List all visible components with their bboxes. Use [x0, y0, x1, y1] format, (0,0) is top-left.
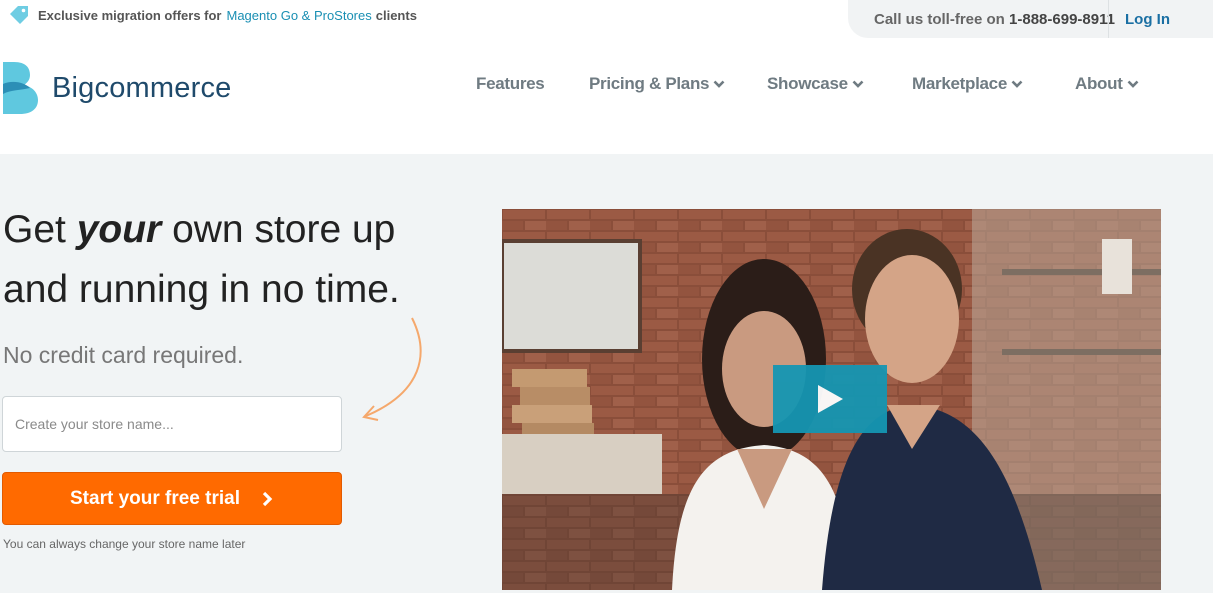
chevron-down-icon [1127, 80, 1139, 88]
play-icon [818, 385, 843, 413]
promo-text: Exclusive migration offers for [38, 7, 222, 23]
curved-arrow-icon [362, 317, 422, 421]
nav-label: Showcase [767, 74, 848, 93]
migration-promo: Exclusive migration offers for Magento G… [8, 5, 417, 25]
cta-label: Start your free trial [70, 487, 240, 509]
utility-bar: Call us toll-free on 1-888-699-8911 Log … [848, 0, 1213, 38]
play-button[interactable] [773, 365, 887, 433]
nav-label: About [1075, 74, 1123, 93]
chevron-down-icon [852, 80, 864, 88]
hero-section: Get your own store up and running in no … [0, 154, 1213, 593]
promo-suffix: clients [375, 7, 417, 23]
nav-label: Marketplace [912, 74, 1007, 93]
call-label: Call us toll-free on [874, 10, 1005, 28]
phone-number[interactable]: 1-888-699-8911 [1009, 11, 1115, 28]
hero-subline: No credit card required. [3, 342, 244, 368]
store-name-note: You can always change your store name la… [3, 537, 246, 551]
login-link[interactable]: Log In [1109, 11, 1170, 28]
nav-marketplace[interactable]: Marketplace [912, 74, 1023, 94]
nav-label: Features [476, 74, 545, 93]
chevron-down-icon [713, 80, 725, 88]
hero-headline: Get your own store up and running in no … [3, 200, 463, 320]
store-name-input[interactable] [2, 396, 342, 452]
nav-showcase[interactable]: Showcase [767, 74, 864, 94]
nav-pricing-plans[interactable]: Pricing & Plans [589, 74, 725, 94]
headline-line1-rest: own store up [172, 208, 396, 251]
promo-link[interactable]: Magento Go & ProStores [227, 8, 372, 23]
headline-line2: and running in no time. [3, 268, 400, 311]
tag-icon [10, 6, 28, 24]
main-nav: Features Pricing & Plans Showcase Market… [0, 74, 1213, 98]
intro-video[interactable] [502, 209, 1161, 590]
chevron-right-icon [262, 491, 273, 506]
nav-about[interactable]: About [1075, 74, 1139, 94]
chevron-down-icon [1011, 80, 1023, 88]
nav-label: Pricing & Plans [589, 74, 710, 93]
toll-free-info: Call us toll-free on 1-888-699-8911 [848, 10, 1115, 28]
start-free-trial-button[interactable]: Start your free trial [2, 472, 342, 525]
nav-features[interactable]: Features [476, 74, 545, 94]
headline-emphasis: your [76, 208, 162, 251]
headline-prefix: Get [3, 208, 66, 251]
